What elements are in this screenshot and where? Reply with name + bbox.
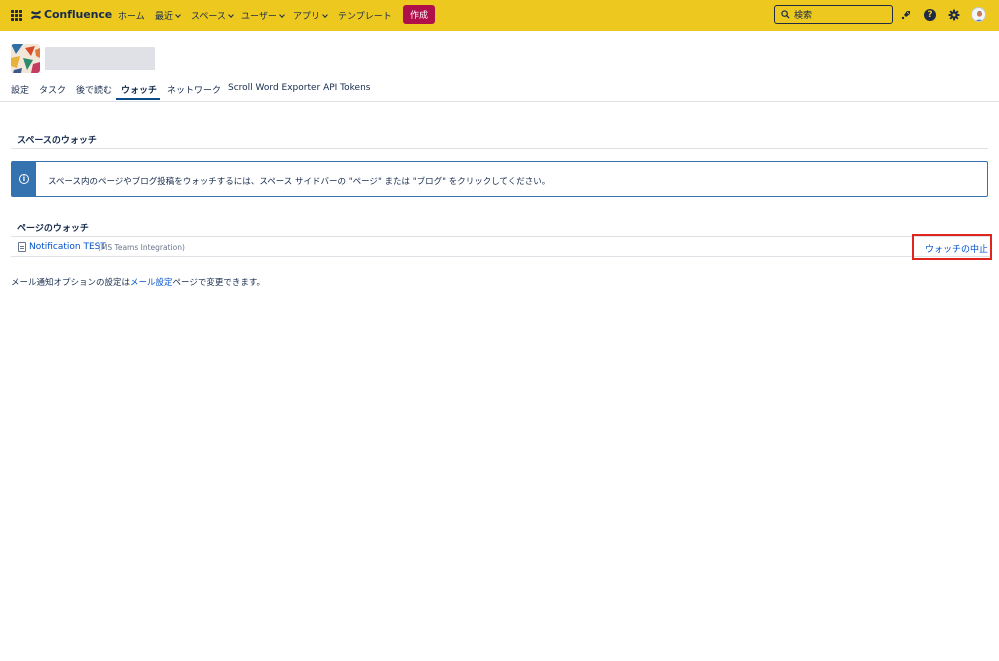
tab-scroll-word-exporter-api-tokens[interactable]: Scroll Word Exporter API Tokens (228, 83, 370, 93)
tab-tasks[interactable]: タスク (39, 83, 66, 96)
search-placeholder: 検索 (794, 11, 813, 21)
unwatch-button[interactable]: ウォッチの中止 (925, 242, 988, 255)
search-icon (781, 10, 790, 19)
chevron-down-icon (322, 11, 328, 18)
app-switcher-icon[interactable] (11, 10, 22, 21)
info-message-text: スペース内のページやブログ投稿をウォッチするには、スペース サイドバーの "ペー… (48, 177, 551, 187)
chevron-down-icon (175, 11, 181, 18)
tabs-divider (0, 101, 999, 102)
chevron-down-icon (278, 11, 285, 18)
info-icon: i (19, 174, 29, 184)
nav-people[interactable]: ユーザー (241, 9, 285, 22)
tab-network[interactable]: ネットワーク (167, 83, 221, 96)
space-watches-title: スペースのウォッチ (17, 136, 97, 146)
section-divider (11, 148, 988, 149)
page-watches-title: ページのウォッチ (17, 224, 89, 234)
active-tab-indicator (116, 98, 160, 100)
create-button[interactable]: 作成 (403, 5, 435, 24)
unwatch-highlight-box: ウォッチの中止 (912, 234, 992, 260)
nav-home[interactable]: ホーム (118, 9, 145, 22)
nav-home-label: ホーム (118, 12, 145, 22)
email-note-suffix: ページで変更できます。 (172, 278, 266, 288)
avatar[interactable] (971, 7, 986, 22)
space-name-redacted (45, 47, 155, 70)
watched-page-space: (MS Teams Integration) (98, 243, 185, 252)
notification-icon[interactable] (899, 8, 913, 22)
tab-watches[interactable]: ウォッチ (121, 83, 157, 96)
watched-page-link[interactable]: Notification TEST (29, 242, 106, 252)
nav-spaces[interactable]: スペース (191, 9, 234, 22)
help-icon[interactable]: ? (923, 8, 937, 22)
nav-templates[interactable]: テンプレート (338, 9, 392, 22)
nav-recent[interactable]: 最近 (155, 9, 181, 22)
chevron-down-icon (228, 11, 234, 18)
top-navigation-bar: Confluence ホーム 最近 スペース ユーザー アプリ テンプレート 作… (0, 0, 999, 31)
info-stripe: i (12, 162, 36, 196)
info-message: i スペース内のページやブログ投稿をウォッチするには、スペース サイドバーの "… (11, 161, 988, 197)
confluence-logo[interactable]: Confluence (30, 8, 112, 21)
email-settings-link[interactable]: メール設定 (130, 278, 173, 288)
table-row: Notification TEST (MS Teams Integration)… (11, 234, 992, 260)
nav-templates-label: テンプレート (338, 12, 392, 22)
tab-settings[interactable]: 設定 (11, 83, 29, 96)
email-settings-note: メール通知オプションの設定はメール設定ページで変更できます。 (11, 276, 265, 288)
logo-text: Confluence (44, 8, 113, 21)
search-input[interactable]: 検索 (774, 5, 893, 24)
space-logo[interactable] (11, 44, 40, 73)
nav-apps[interactable]: アプリ (293, 9, 328, 22)
settings-icon[interactable] (947, 8, 961, 22)
tab-read-later[interactable]: 後で読む (76, 83, 112, 96)
email-note-prefix: メール通知オプションの設定は (11, 278, 131, 288)
page-icon (18, 242, 26, 252)
nav-people-label: ユーザー (241, 12, 277, 22)
nav-apps-label: アプリ (293, 12, 321, 22)
nav-recent-label: 最近 (155, 12, 174, 22)
nav-spaces-label: スペース (191, 12, 226, 22)
confluence-logo-icon (31, 10, 41, 19)
